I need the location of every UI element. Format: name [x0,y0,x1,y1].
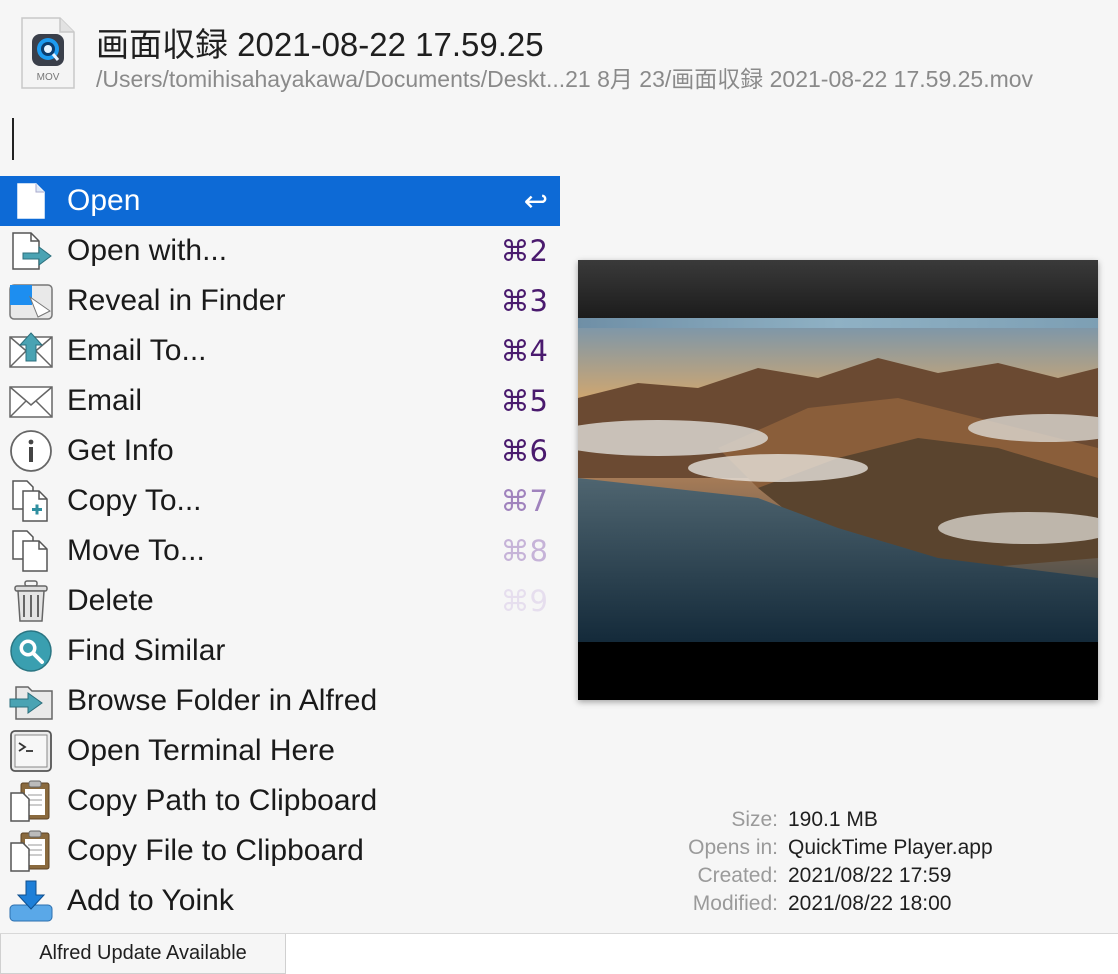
alfred-window: MOV 画面収録 2021-08-22 17.59.25 /Users/tomi… [0,0,1118,934]
finder-icon [8,281,54,321]
action-open-terminal[interactable]: Open Terminal Here [0,726,560,776]
action-get-info[interactable]: Get Info ⌘6 [0,426,560,476]
action-list: Open ↩ Open with... ⌘2 Reveal in Finder … [0,176,560,926]
action-open[interactable]: Open ↩ [0,176,560,226]
preview-titlebar [578,260,1098,318]
info-value: 190.1 MB [788,808,878,831]
info-icon [8,430,54,472]
action-label: Email To... [67,334,207,367]
action-label: Open [67,184,141,217]
document-icon [8,181,54,221]
clipboard-icon [8,830,54,872]
action-copy-to[interactable]: Copy To... ⌘7 [0,476,560,526]
action-label: Copy To... [67,484,202,517]
action-find-similar[interactable]: Find Similar [0,626,560,676]
action-label: Open Terminal Here [67,734,335,767]
info-key: Size: [731,808,778,831]
info-row-created: Created: 2021/08/22 17:59 [560,864,1100,892]
file-title: 画面収録 2021-08-22 17.59.25 [96,26,544,63]
envelope-icon [8,381,54,421]
file-type-label: MOV [37,72,60,83]
open-with-icon [8,231,54,271]
action-copy-file[interactable]: Copy File to Clipboard [0,826,560,876]
email-to-icon [8,331,54,371]
yoink-download-icon [8,880,54,922]
action-email[interactable]: Email ⌘5 [0,376,560,426]
action-reveal-in-finder[interactable]: Reveal in Finder ⌘3 [0,276,560,326]
move-to-icon [8,530,54,572]
action-label: Browse Folder in Alfred [67,684,378,717]
action-label: Open with... [67,234,228,267]
action-label: Get Info [67,434,174,467]
shortcut-label: ⌘3 [500,284,548,318]
info-row-modified: Modified: 2021/08/22 18:00 [560,892,1100,920]
video-preview-thumbnail [578,260,1098,700]
info-key: Created: [697,864,778,887]
action-add-to-yoink[interactable]: Add to Yoink [0,876,560,926]
shortcut-label: ⌘4 [500,334,548,368]
clipboard-icon [8,780,54,822]
action-label: Add to Yoink [67,884,234,917]
info-row-size: Size: 190.1 MB [560,808,1100,836]
action-label: Copy Path to Clipboard [67,784,378,817]
action-email-to[interactable]: Email To... ⌘4 [0,326,560,376]
info-key: Opens in: [688,836,778,859]
terminal-icon [8,730,54,772]
file-info-panel: Size: 190.1 MB Opens in: QuickTime Playe… [560,808,1100,920]
action-copy-path[interactable]: Copy Path to Clipboard [0,776,560,826]
info-value: 2021/08/22 17:59 [788,864,952,887]
info-value: 2021/08/22 18:00 [788,892,952,915]
shortcut-label: ⌘5 [500,384,548,418]
info-value: QuickTime Player.app [788,836,993,859]
info-row-opens-in: Opens in: QuickTime Player.app [560,836,1100,864]
magnifier-icon [8,630,54,672]
shortcut-label: ⌘9 [500,584,548,618]
browse-folder-icon [8,681,54,721]
trash-icon [8,580,54,622]
file-path: /Users/tomihisahayakawa/Documents/Deskt.… [96,66,1034,92]
shortcut-label: ⌘8 [500,534,548,568]
action-label: Find Similar [67,634,226,667]
copy-to-icon [8,480,54,522]
shortcut-label: ⌘7 [500,484,548,518]
landscape-wallpaper-image [578,328,1098,642]
action-label: Email [67,384,143,417]
action-label: Delete [67,584,154,617]
action-browse-folder[interactable]: Browse Folder in Alfred [0,676,560,726]
action-move-to[interactable]: Move To... ⌘8 [0,526,560,576]
shortcut-label: ⌘6 [500,434,548,468]
update-available-button[interactable]: Alfred Update Available [0,934,286,974]
action-label: Copy File to Clipboard [67,834,364,867]
action-label: Move To... [67,534,205,567]
action-delete[interactable]: Delete ⌘9 [0,576,560,626]
shortcut-label: ⌘2 [500,234,548,268]
action-label: Reveal in Finder [67,284,286,317]
search-input-caret[interactable] [12,118,14,160]
info-key: Modified: [692,892,778,915]
return-key-icon: ↩ [523,184,548,218]
preview-menubar [578,318,1098,328]
action-open-with[interactable]: Open with... ⌘2 [0,226,560,276]
mov-file-icon: MOV [20,16,76,90]
